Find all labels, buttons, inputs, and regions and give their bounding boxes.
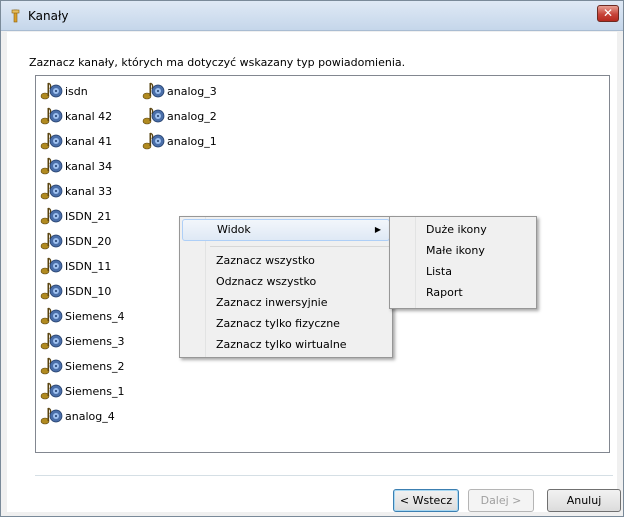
menu-item-invert-selection[interactable]: Zaznacz inwersyjnie — [182, 292, 390, 314]
channel-audio-icon — [140, 105, 168, 127]
instruction-text: Zaznacz kanały, których ma dotyczyć wska… — [29, 56, 406, 69]
channel-label: ISDN_11 — [65, 259, 112, 273]
channel-item[interactable]: kanal 42 — [38, 105, 112, 127]
channel-label: Siemens_3 — [65, 334, 125, 348]
submenu-item-report[interactable]: Raport — [392, 282, 534, 304]
channel-audio-icon — [38, 255, 66, 277]
window-title: Kanały — [28, 9, 69, 23]
channel-audio-icon — [38, 80, 66, 102]
channel-label: ISDN_21 — [65, 209, 112, 223]
submenu-item-small-icons[interactable]: Małe ikony — [392, 240, 534, 262]
menu-item-select-virtual[interactable]: Zaznacz tylko wirtualne — [182, 334, 390, 356]
channel-label: analog_4 — [65, 409, 115, 423]
next-button[interactable]: Dalej > — [468, 489, 534, 512]
title-bar[interactable]: Kanały ✕ — [1, 1, 623, 31]
channel-label: analog_2 — [167, 109, 217, 123]
submenu-arrow-icon: ▶ — [374, 225, 381, 234]
channel-item[interactable]: analog_4 — [38, 405, 115, 427]
channel-audio-icon — [38, 330, 66, 352]
channel-item[interactable]: Siemens_3 — [38, 330, 125, 352]
channel-item[interactable]: isdn — [38, 80, 88, 102]
channel-label: analog_3 — [167, 84, 217, 98]
channel-audio-icon — [140, 80, 168, 102]
channel-label: kanal 42 — [65, 109, 113, 123]
channel-item[interactable]: ISDN_10 — [38, 280, 111, 302]
channel-label: ISDN_10 — [65, 284, 112, 298]
dialog-window: Kanały ✕ Zaznacz kanały, których ma doty… — [0, 0, 624, 517]
channel-label: Siemens_2 — [65, 359, 125, 373]
channel-label: isdn — [65, 84, 88, 98]
back-button[interactable]: < Wstecz — [393, 489, 459, 512]
menu-item-view[interactable]: Widok ▶ — [182, 219, 390, 241]
channel-label: analog_1 — [167, 134, 217, 148]
menu-separator — [210, 246, 390, 247]
channel-label: ISDN_20 — [65, 234, 112, 248]
channel-audio-icon — [38, 180, 66, 202]
channel-audio-icon — [38, 105, 66, 127]
menu-item-deselect-all[interactable]: Odznacz wszystko — [182, 271, 390, 293]
channel-audio-icon — [38, 130, 66, 152]
channel-audio-icon — [38, 205, 66, 227]
channel-audio-icon — [38, 355, 66, 377]
channel-item[interactable]: ISDN_21 — [38, 205, 111, 227]
cancel-button[interactable]: Anuluj — [547, 489, 621, 512]
menu-item-select-all[interactable]: Zaznacz wszystko — [182, 250, 390, 272]
channel-label: Siemens_1 — [65, 384, 125, 398]
close-button[interactable]: ✕ — [597, 5, 619, 22]
channel-item[interactable]: ISDN_11 — [38, 255, 111, 277]
channel-item[interactable]: kanal 34 — [38, 155, 112, 177]
channel-label: kanal 34 — [65, 159, 113, 173]
submenu-item-large-icons[interactable]: Duże ikony — [392, 219, 534, 241]
submenu-item-list[interactable]: Lista — [392, 261, 534, 283]
separator-line — [35, 475, 613, 476]
channel-label: kanal 41 — [65, 134, 113, 148]
channel-audio-icon — [140, 130, 168, 152]
channel-item[interactable]: analog_3 — [140, 80, 217, 102]
channel-label: kanal 33 — [65, 184, 113, 198]
channel-audio-icon — [38, 305, 66, 327]
channel-item[interactable]: Siemens_4 — [38, 305, 125, 327]
channel-item[interactable]: ISDN_20 — [38, 230, 111, 252]
channel-item[interactable]: analog_1 — [140, 130, 217, 152]
channel-audio-icon — [38, 155, 66, 177]
wrench-icon — [11, 9, 20, 23]
context-menu: Widok ▶ Zaznacz wszystko Odznacz wszystk… — [179, 216, 393, 358]
channel-item[interactable]: Siemens_1 — [38, 380, 125, 402]
menu-item-view-label: Widok — [217, 223, 251, 236]
channel-item[interactable]: Siemens_2 — [38, 355, 125, 377]
channel-item[interactable]: analog_2 — [140, 105, 217, 127]
channel-item[interactable]: kanal 41 — [38, 130, 112, 152]
channel-audio-icon — [38, 230, 66, 252]
channel-item[interactable]: kanal 33 — [38, 180, 112, 202]
channel-audio-icon — [38, 380, 66, 402]
channel-label: Siemens_4 — [65, 309, 125, 323]
view-submenu: Duże ikony Małe ikony Lista Raport — [389, 216, 537, 309]
menu-item-select-physical[interactable]: Zaznacz tylko fizyczne — [182, 313, 390, 335]
channel-audio-icon — [38, 405, 66, 427]
channel-audio-icon — [38, 280, 66, 302]
